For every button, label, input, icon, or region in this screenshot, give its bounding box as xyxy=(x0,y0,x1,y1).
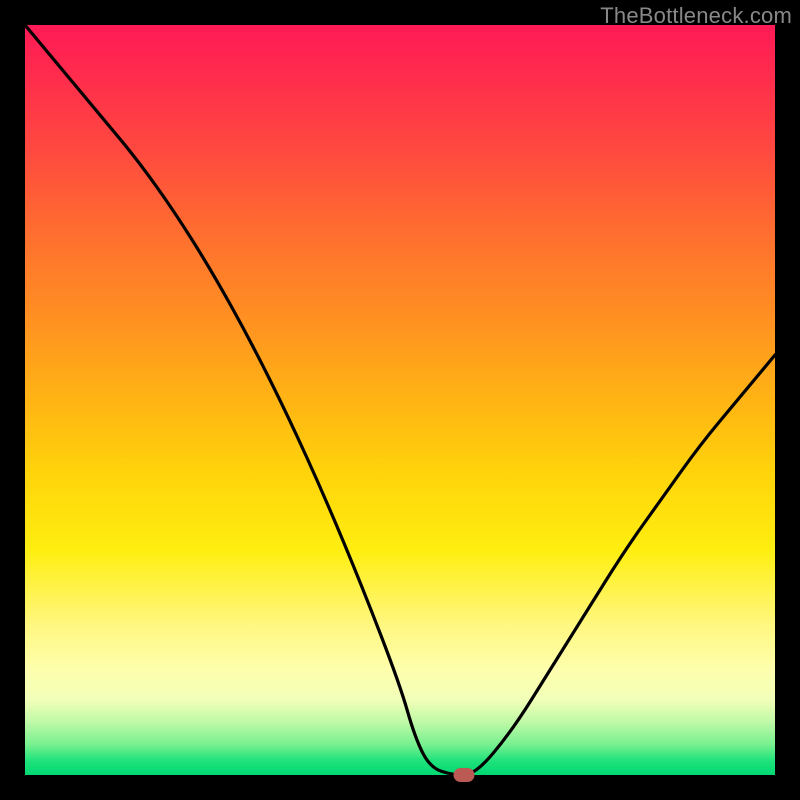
chart-frame: TheBottleneck.com xyxy=(0,0,800,800)
watermark-text: TheBottleneck.com xyxy=(600,3,792,29)
optimal-point-marker xyxy=(453,768,474,782)
curve-path xyxy=(25,25,775,775)
plot-area xyxy=(25,25,775,775)
bottleneck-curve xyxy=(25,25,775,775)
